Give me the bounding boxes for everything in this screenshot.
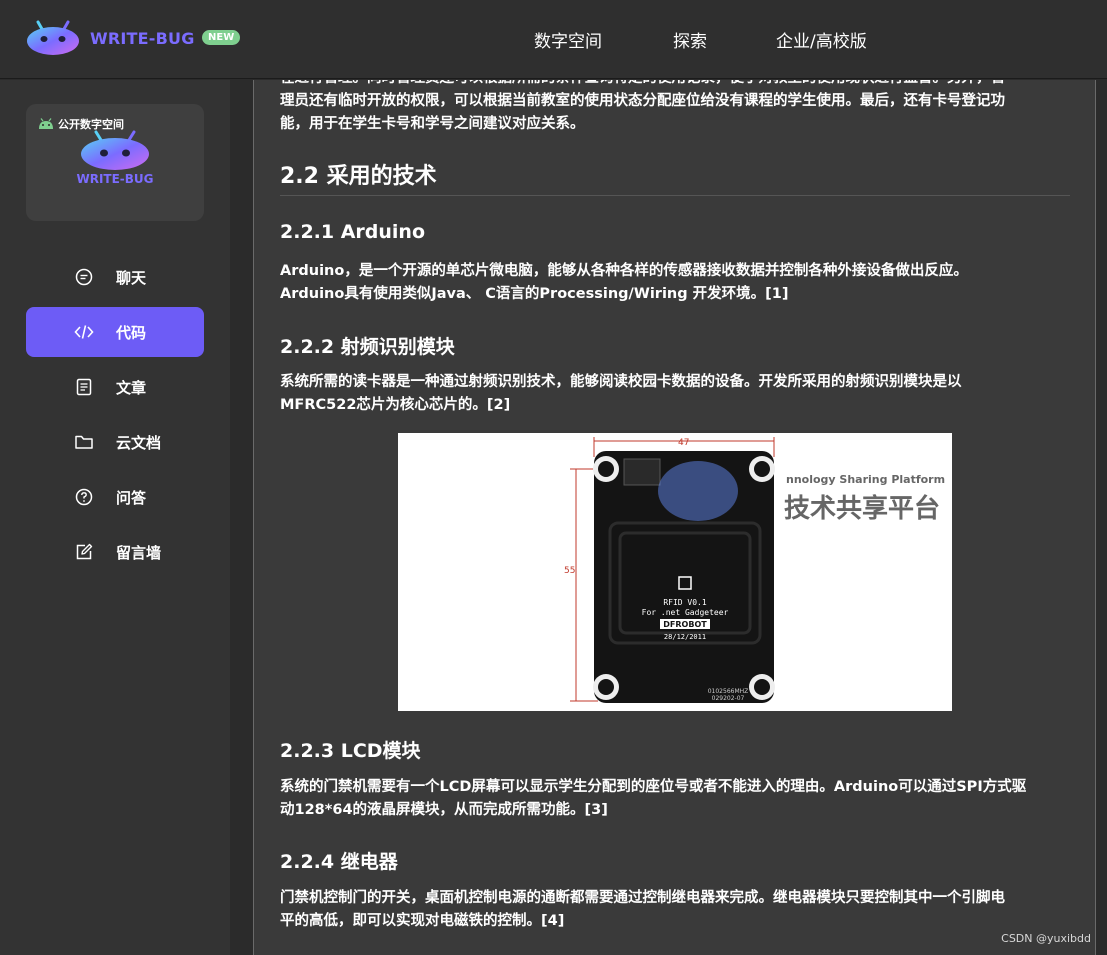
subsection-title-rfid: 2.2.2 射频识别模块 <box>280 336 455 358</box>
question-icon <box>75 488 93 506</box>
paragraph-line: MFRC522芯片为核心芯片的。[2] <box>280 397 511 413</box>
public-space-tag: 公开数字空间 <box>38 116 124 132</box>
sidebar-item-label: 留言墙 <box>116 544 162 562</box>
intro-paragraph: 在进行管理。同时管理员还可以根据所需的条件查询特定的使用记录，便于对教室的使用现… <box>280 80 1070 136</box>
folder-icon <box>75 435 93 449</box>
brand-name[interactable]: WRITE-BUG <box>90 29 195 48</box>
rfid-paragraph: 系统所需的读卡器是一种通过射频识别技术，能够阅读校园卡数据的设备。开发所采用的射… <box>280 371 1070 417</box>
board-label-2: For .net Gadgeteer <box>642 608 729 617</box>
board-label-1: RFID V0.1 <box>663 598 707 607</box>
nav-explore[interactable]: 探索 <box>673 27 707 52</box>
intro-line: 在进行管理。同时管理员还可以根据所需的条件查询特定的使用记录，便于对教室的使用现… <box>280 80 1070 90</box>
relay-paragraph: 门禁机控制门的开关，桌面机控制电源的通断都需要通过控制继电器来完成。继电器模块只… <box>280 887 1070 933</box>
code-icon <box>74 325 94 339</box>
lcd-paragraph: 系统的门禁机需要有一个LCD屏幕可以显示学生分配到的座位号或者不能进入的理由。A… <box>280 776 1070 822</box>
article-icon <box>76 378 92 396</box>
top-bar: WRITE-BUG NEW 数字空间 探索 企业/高校版 <box>0 0 1107 79</box>
csdn-credit: CSDN @yuxibdd <box>1001 932 1091 945</box>
paragraph-line: 系统所需的读卡器是一种通过射频识别技术，能够阅读校园卡数据的设备。开发所采用的射… <box>280 374 962 390</box>
sidebar-item-cloud-docs[interactable]: 云文档 <box>26 417 204 467</box>
rfid-board-illustration: 47 55 RFID V0.1 For .net Gadgeteer DFROB… <box>564 437 945 703</box>
dimension-top-label: 47 <box>678 438 689 448</box>
heading-divider <box>280 195 1070 196</box>
board-code-2: 029202-07 <box>712 695 745 702</box>
board-label-3: DFROBOT <box>663 620 707 629</box>
subsection-title-lcd: 2.2.3 LCD模块 <box>280 740 421 762</box>
paragraph-line: 门禁机控制门的开关，桌面机控制电源的通断都需要通过控制继电器来完成。继电器模块只… <box>280 890 1005 906</box>
sidebar-item-qa[interactable]: 问答 <box>26 472 204 522</box>
nav-digital-space[interactable]: 数字空间 <box>534 27 602 52</box>
sidebar-item-label: 代码 <box>116 324 147 342</box>
sidebar-item-label: 问答 <box>116 489 147 507</box>
android-icon <box>39 118 53 129</box>
intro-line: 理员还有临时开放的权限，可以根据当前教室的使用状态分配座位给没有课程的学生使用。… <box>280 93 1005 109</box>
dimension-side-label: 55 <box>564 566 575 576</box>
rfid-module-image: 47 55 RFID V0.1 For .net Gadgeteer DFROB… <box>398 433 952 711</box>
board-label-4: 28/12/2011 <box>664 633 706 641</box>
sidebar-item-chat[interactable]: 聊天 <box>26 252 204 302</box>
sidebar-item-article[interactable]: 文章 <box>26 362 204 412</box>
article-panel: 在进行管理。同时管理员还可以根据所需的条件查询特定的使用记录，便于对教室的使用现… <box>253 80 1096 955</box>
board-code: 0102566MHZ <box>708 688 749 695</box>
nav-enterprise[interactable]: 企业/高校版 <box>776 27 867 52</box>
watermark-chinese: 技术共享平台 <box>784 493 940 524</box>
new-badge: NEW <box>202 30 241 45</box>
card-brand: WRITE-BUG <box>76 172 154 186</box>
subsection-title-relay: 2.2.4 继电器 <box>280 851 398 873</box>
logo-robot-icon[interactable] <box>26 18 80 56</box>
space-card[interactable]: 公开数字空间 WRITE-BUG <box>26 104 204 221</box>
intro-line: 能，用于在学生卡号和学号之间建议对应关系。 <box>280 116 585 132</box>
arduino-paragraph: Arduino，是一个开源的单芯片微电脑，能够从各种各样的传感器接收数据并控制各… <box>280 260 1070 306</box>
paragraph-line: 系统的门禁机需要有一个LCD屏幕可以显示学生分配到的座位号或者不能进入的理由。A… <box>280 779 1027 795</box>
sidebar-item-message-wall[interactable]: 留言墙 <box>26 527 204 577</box>
sidebar-item-label: 云文档 <box>116 434 162 452</box>
subsection-title-arduino: 2.2.1 Arduino <box>280 221 426 243</box>
edit-icon <box>76 543 93 560</box>
watermark-english: nnology Sharing Platform <box>786 473 945 486</box>
sidebar-item-label: 聊天 <box>116 269 147 287</box>
sidebar-item-label: 文章 <box>116 379 147 397</box>
chat-icon <box>75 268 93 286</box>
paragraph-line: 动128*64的液晶屏模块，从而完成所需功能。[3] <box>280 802 608 818</box>
sidebar: 公开数字空间 WRITE-BUG 聊天 代码 文章 云文档 问答 留言墙 <box>0 80 230 955</box>
paragraph-line: 平的高低，即可以实现对电磁铁的控制。[4] <box>280 913 565 929</box>
paragraph-line: Arduino，是一个开源的单芯片微电脑，能够从各种各样的传感器接收数据并控制各… <box>280 263 968 279</box>
public-space-label: 公开数字空间 <box>58 118 124 131</box>
sidebar-item-code[interactable]: 代码 <box>26 307 204 357</box>
section-heading: 2.2 采用的技术 <box>280 164 437 189</box>
paragraph-line: Arduino具有使用类似Java、 C语言的Processing/Wiring… <box>280 286 789 302</box>
